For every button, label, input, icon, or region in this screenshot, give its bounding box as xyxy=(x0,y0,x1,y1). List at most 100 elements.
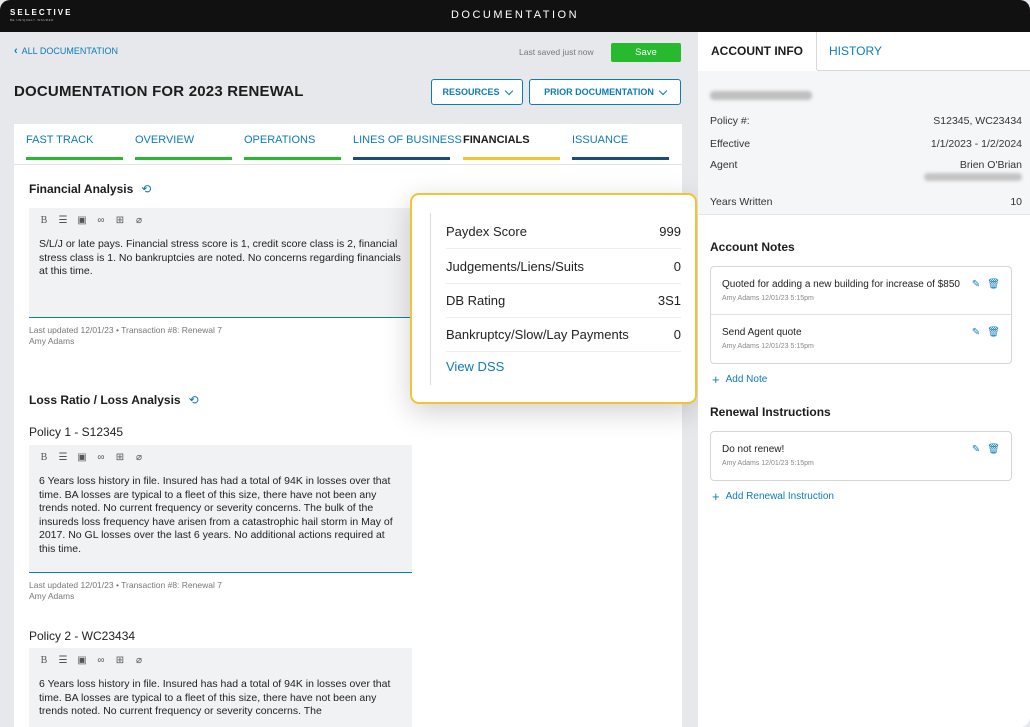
effective-value: 1/1/2023 - 1/2/2024 xyxy=(930,138,1022,150)
tab-fast-track[interactable]: FAST TRACK xyxy=(26,134,93,146)
editor-toolbar: B ☰ ▣ ∞ ⊞ ⌀ xyxy=(39,452,144,463)
attachment-icon[interactable]: ⌀ xyxy=(134,452,144,463)
account-name-redacted xyxy=(710,91,812,100)
list-icon[interactable]: ☰ xyxy=(58,215,68,226)
list-item: Do not renew! Amy Adams 12/01/23 5:15pm … xyxy=(711,432,1011,480)
financial-analysis-text[interactable]: S/L/J or late pays. Financial stress sco… xyxy=(39,238,401,279)
account-panel: ACCOUNT INFO HISTORY Policy #: S12345, W… xyxy=(698,32,1030,727)
renewal-instructions-list: Do not renew! Amy Adams 12/01/23 5:15pm … xyxy=(710,431,1012,481)
add-renewal-instruction-label: Add Renewal Instruction xyxy=(725,491,834,502)
link-icon[interactable]: ∞ xyxy=(96,452,106,463)
financial-analysis-heading: Financial Analysis xyxy=(29,182,134,196)
back-link-label: ALL DOCUMENTATION xyxy=(21,46,119,56)
list-icon[interactable]: ☰ xyxy=(58,655,68,666)
account-notes-list: Quoted for adding a new building for inc… xyxy=(710,266,1012,364)
popover-divider xyxy=(430,213,431,385)
app-title: DOCUMENTATION xyxy=(450,9,580,21)
agent-row: Agent Brien O'Brian xyxy=(710,159,1022,171)
pencil-icon[interactable]: ✎ xyxy=(972,279,980,290)
agent-label: Agent xyxy=(710,159,738,171)
financial-analysis-meta: Last updated 12/01/23 • Transaction #8: … xyxy=(29,325,222,347)
years-written-row: Years Written 10 xyxy=(710,196,1022,208)
trash-icon[interactable]: 🗑 xyxy=(987,327,1000,338)
image-icon[interactable]: ▣ xyxy=(77,655,87,666)
note-meta: Amy Adams 12/01/23 5:15pm xyxy=(722,343,814,350)
tab-overview[interactable]: OVERVIEW xyxy=(135,134,194,146)
effective-label: Effective xyxy=(710,138,751,150)
top-bar: SELECTIVE BE UNIQUELY INSURED DOCUMENTAT… xyxy=(0,0,1030,32)
agency-name-redacted xyxy=(924,173,1022,181)
app-window: SELECTIVE BE UNIQUELY INSURED DOCUMENTAT… xyxy=(0,0,1030,727)
policy-2-heading: Policy 2 - WC23434 xyxy=(29,629,136,643)
tab-progress-bar xyxy=(135,157,232,160)
resources-label: RESOURCES xyxy=(442,87,500,97)
judgements-value: 0 xyxy=(673,258,681,274)
judgements-label: Judgements/Liens/Suits xyxy=(446,258,585,274)
bankruptcy-row: Bankruptcy/Slow/Lay Payments 0 xyxy=(446,317,681,352)
list-icon[interactable]: ☰ xyxy=(58,452,68,463)
note-text: Quoted for adding a new building for inc… xyxy=(722,279,960,290)
attachment-icon[interactable]: ⌀ xyxy=(134,655,144,666)
tab-issuance[interactable]: ISSUANCE xyxy=(572,134,628,146)
policy-label: Policy #: xyxy=(710,115,750,127)
policy-2-text[interactable]: 6 Years loss history in file. Insured ha… xyxy=(39,678,401,719)
last-saved-status: Last saved just now xyxy=(519,47,594,57)
policy-row: Policy #: S12345, WC23434 xyxy=(710,115,1022,127)
image-icon[interactable]: ▣ xyxy=(77,452,87,463)
policy-2-editor[interactable]: B ☰ ▣ ∞ ⊞ ⌀ 6 Years loss history in file… xyxy=(29,648,412,727)
table-icon[interactable]: ⊞ xyxy=(115,655,125,666)
list-item: Quoted for adding a new building for inc… xyxy=(711,267,1011,315)
pencil-icon[interactable]: ✎ xyxy=(972,327,980,338)
bold-icon[interactable]: B xyxy=(39,452,49,463)
policy-value: S12345, WC23434 xyxy=(933,115,1022,127)
save-button[interactable]: Save xyxy=(611,43,681,62)
trash-icon[interactable]: 🗑 xyxy=(987,279,1000,290)
loss-analysis-title: Loss Ratio / Loss Analysis ⟲ xyxy=(29,393,199,407)
tab-account-info[interactable]: ACCOUNT INFO xyxy=(698,32,817,70)
tab-history[interactable]: HISTORY xyxy=(829,32,882,70)
tab-progress-bar xyxy=(26,157,123,160)
link-icon[interactable]: ∞ xyxy=(96,215,106,226)
tab-progress-bar xyxy=(353,157,450,160)
image-icon[interactable]: ▣ xyxy=(77,215,87,226)
note-actions: ✎ 🗑 xyxy=(972,327,1000,338)
add-note-link[interactable]: + Add Note xyxy=(712,371,767,387)
db-rating-label: DB Rating xyxy=(446,292,506,308)
paydex-score-label: Paydex Score xyxy=(446,223,527,239)
prior-documentation-dropdown[interactable]: PRIOR DOCUMENTATION xyxy=(529,79,681,105)
resources-dropdown[interactable]: RESOURCES xyxy=(431,79,523,105)
financial-analysis-title: Financial Analysis ⟲ xyxy=(29,182,151,196)
paydex-score-value: 999 xyxy=(659,223,681,239)
add-renewal-instruction-link[interactable]: + Add Renewal Instruction xyxy=(712,490,834,503)
back-to-all-documentation-link[interactable]: ‹ ALL DOCUMENTATION xyxy=(14,45,119,56)
note-text: Send Agent quote xyxy=(722,327,802,338)
tab-lines-of-business[interactable]: LINES OF BUSINESS xyxy=(353,134,462,146)
editor-toolbar: B ☰ ▣ ∞ ⊞ ⌀ xyxy=(39,655,144,666)
trash-icon[interactable]: 🗑 xyxy=(987,444,1000,455)
last-updated-text: Last updated 12/01/23 • Transaction #8: … xyxy=(29,325,222,335)
bold-icon[interactable]: B xyxy=(39,655,49,666)
link-icon[interactable]: ∞ xyxy=(96,655,106,666)
history-icon[interactable]: ⟲ xyxy=(189,393,199,407)
last-updated-text: Last updated 12/01/23 • Transaction #8: … xyxy=(29,580,222,590)
pencil-icon[interactable]: ✎ xyxy=(972,444,980,455)
tabs-divider xyxy=(14,164,682,165)
account-info-box: Policy #: S12345, WC23434 Effective 1/1/… xyxy=(698,71,1030,215)
view-dss-link[interactable]: View DSS xyxy=(446,359,504,374)
attachment-icon[interactable]: ⌀ xyxy=(134,215,144,226)
policy-1-editor[interactable]: B ☰ ▣ ∞ ⊞ ⌀ 6 Years loss history in file… xyxy=(29,445,412,573)
table-icon[interactable]: ⊞ xyxy=(115,452,125,463)
plus-icon: + xyxy=(712,371,720,387)
policy-1-text[interactable]: 6 Years loss history in file. Insured ha… xyxy=(39,475,401,556)
chevron-down-icon xyxy=(658,86,668,95)
tab-progress-bar xyxy=(244,157,341,160)
history-icon[interactable]: ⟲ xyxy=(141,182,151,196)
tab-financials[interactable]: FINANCIALS xyxy=(463,134,530,146)
years-written-label: Years Written xyxy=(710,196,773,208)
effective-row: Effective 1/1/2023 - 1/2/2024 xyxy=(710,138,1022,150)
tab-operations[interactable]: OPERATIONS xyxy=(244,134,315,146)
prior-documentation-label: PRIOR DOCUMENTATION xyxy=(544,87,654,97)
financial-analysis-editor[interactable]: B ☰ ▣ ∞ ⊞ ⌀ S/L/J or late pays. Financia… xyxy=(29,208,412,318)
table-icon[interactable]: ⊞ xyxy=(115,215,125,226)
bold-icon[interactable]: B xyxy=(39,215,49,226)
